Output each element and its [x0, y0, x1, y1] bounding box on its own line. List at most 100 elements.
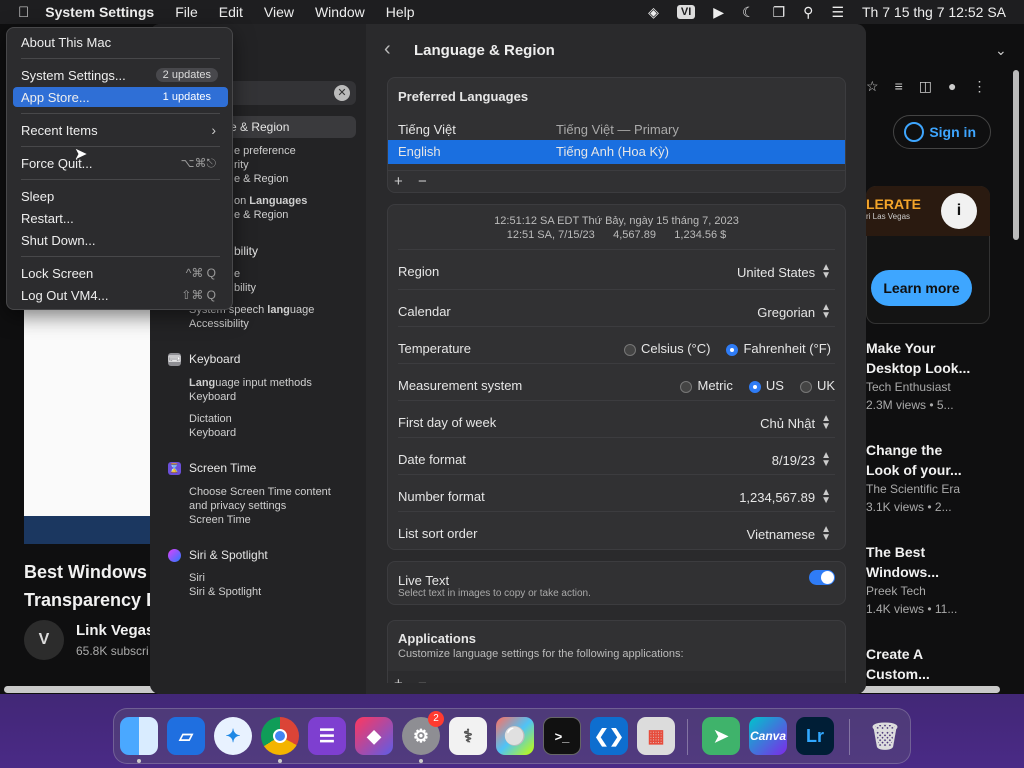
podcasts-icon[interactable]: ☰ — [308, 717, 346, 755]
disk-utility-icon[interactable]: ⚕ — [449, 717, 487, 755]
sort-order-popup[interactable]: Vietnamese ▲ ▼ — [746, 525, 831, 543]
launchpad-icon[interactable]: ▦ — [637, 717, 675, 755]
number-format-popup[interactable]: 1,234,567.89 ▲ ▼ — [739, 488, 831, 506]
live-text-toggle[interactable] — [809, 570, 835, 585]
moon-icon[interactable]: ☾ — [742, 4, 755, 21]
list-item[interactable]: The Best Windows... Preek Tech 1.4K view… — [866, 542, 1006, 644]
fahrenheit-radio[interactable]: Fahrenheit (°F) — [726, 341, 831, 356]
channel-name: Preek Tech — [866, 584, 926, 598]
language-row-selected[interactable]: English Tiếng Anh (Hoa Kỳ) — [388, 140, 845, 164]
input-source-icon[interactable]: VI — [676, 5, 696, 19]
page-scrollbar[interactable] — [1013, 70, 1019, 240]
channel-avatar[interactable]: V — [24, 620, 64, 660]
calendar-popup[interactable]: Gregorian ▲ ▼ — [757, 303, 831, 321]
search-result-group[interactable]: Dictation Keyboard — [189, 412, 236, 440]
add-language-button[interactable]: + — [394, 173, 403, 190]
menu-item-sleep[interactable]: Sleep — [13, 186, 228, 206]
chevron-down-icon[interactable]: ⌄ — [995, 42, 1007, 59]
search-result-group[interactable]: e preference rity e & Region — [234, 144, 296, 186]
sidebar-section-keyboard[interactable]: ⌨ Keyboard — [168, 352, 240, 366]
list-item[interactable]: Change the Look of your... The Scientifi… — [866, 440, 1006, 542]
menu-item-shutdown[interactable]: Shut Down... — [13, 230, 228, 250]
color-picker-icon[interactable]: ⚪ — [496, 717, 534, 755]
play-icon[interactable]: ▶ — [713, 4, 724, 21]
vscode-icon[interactable]: ❮❯ — [590, 717, 628, 755]
chrome-icon[interactable] — [261, 717, 299, 755]
search-result-group[interactable]: Siri Siri & Spotlight — [189, 571, 261, 599]
apple-menu-icon[interactable]:  — [18, 4, 29, 21]
spotlight-icon[interactable]: ⚲ — [803, 4, 813, 21]
reading-list-icon[interactable]: ≡ — [895, 78, 903, 95]
back-chevron-icon[interactable]: ‹ — [384, 38, 391, 61]
menu-view[interactable]: View — [264, 4, 294, 20]
video-title-large[interactable]: Best Windows 1 Transparency E — [24, 558, 162, 614]
sign-in-label: Sign in — [929, 124, 976, 140]
first-day-popup[interactable]: Chủ Nhật ▲ ▼ — [760, 414, 831, 432]
metric-radio[interactable]: Metric — [680, 378, 733, 393]
search-result-group[interactable]: Choose Screen Time content and privacy s… — [189, 485, 331, 527]
list-item[interactable]: Make Your Desktop Look... Tech Enthusias… — [866, 338, 1006, 440]
learn-more-button[interactable]: Learn more — [871, 270, 972, 306]
search-result-text: rity — [234, 159, 249, 171]
search-result-group[interactable]: e bility — [234, 267, 256, 295]
list-item[interactable]: Create A Custom... — [866, 644, 1006, 684]
sidebar-section-screen-time[interactable]: ⌛ Screen Time — [168, 461, 256, 475]
lightroom-icon[interactable]: Lr — [796, 717, 834, 755]
clear-search-icon[interactable]: ✕ — [334, 85, 350, 101]
safari-icon[interactable]: ✦ — [214, 717, 252, 755]
us-radio[interactable]: US — [748, 378, 784, 393]
menu-item-label: System Settings... — [21, 67, 126, 83]
maps-icon[interactable]: ➤ — [702, 717, 740, 755]
menu-item-system-settings[interactable]: System Settings... 2 updates — [13, 65, 228, 85]
search-result-group[interactable]: on Languages e & Region — [234, 194, 307, 222]
profile-icon[interactable]: ● — [948, 78, 956, 95]
language-desc: Tiếng Anh (Hoa Kỳ) — [556, 144, 669, 159]
remove-language-button[interactable]: − — [418, 173, 427, 190]
sidebar-section-header[interactable]: bility — [234, 244, 258, 258]
stack-icon[interactable]: ◈ — [648, 4, 659, 21]
clock[interactable]: Th 7 15 thg 7 12:52 SA — [862, 4, 1006, 20]
menu-app-name[interactable]: System Settings — [45, 4, 154, 20]
menu-item-recent-items[interactable]: Recent Items › — [13, 120, 228, 140]
setting-value: Vietnamese — [746, 526, 816, 542]
celsius-radio[interactable]: Celsius (°C) — [623, 341, 710, 356]
language-row[interactable]: Tiếng Việt Tiếng Việt — Primary — [388, 118, 845, 142]
uk-radio[interactable]: UK — [799, 378, 835, 393]
menu-item-lock-screen[interactable]: Lock Screen ^⌘ Q — [13, 263, 228, 283]
video-title: Create A — [866, 646, 924, 662]
canva-icon[interactable]: Canva — [749, 717, 787, 755]
sidebar-section-siri[interactable]: Siri & Spotlight — [168, 548, 268, 562]
menu-item-log-out[interactable]: Log Out VM4... ⇧⌘ Q — [13, 285, 228, 305]
trash-icon[interactable]: 🗑 — [866, 717, 904, 755]
menu-item-app-store[interactable]: App Store... 1 updates — [13, 87, 228, 107]
search-result-group[interactable]: Language input methods Keyboard — [189, 376, 312, 404]
side-panel-icon[interactable]: ◫ — [919, 78, 932, 95]
shortcuts-icon[interactable]: ◆ — [355, 717, 393, 755]
control-center-icon[interactable]: ☰ — [831, 4, 844, 21]
menu-item-force-quit[interactable]: Force Quit... ⌥⌘⎋ — [13, 153, 228, 173]
date-format-popup[interactable]: 8/19/23 ▲ ▼ — [772, 451, 831, 469]
menu-help[interactable]: Help — [386, 4, 415, 20]
terminal-icon[interactable]: >_ — [543, 717, 581, 755]
info-icon[interactable]: i — [941, 193, 977, 229]
menu-file[interactable]: File — [175, 4, 198, 20]
star-icon[interactable]: ☆ — [866, 78, 879, 95]
search-result-text: uage input methods — [215, 377, 312, 389]
sign-in-button[interactable]: Sign in — [893, 115, 991, 149]
region-popup[interactable]: United States ▲ ▼ — [737, 263, 831, 281]
menu-edit[interactable]: Edit — [219, 4, 243, 20]
video-thumbnail[interactable] — [24, 310, 150, 544]
video-title: Make Your — [866, 340, 936, 356]
menu-window[interactable]: Window — [315, 4, 365, 20]
keynote-icon[interactable]: ▱ — [167, 717, 205, 755]
preferred-languages-panel: Preferred Languages Tiếng Việt Tiếng Việ… — [387, 77, 846, 193]
channel-name[interactable]: Link Vegas — [76, 622, 154, 639]
radio-checked-icon — [748, 380, 761, 393]
more-icon[interactable]: ⋮ — [972, 78, 986, 95]
menu-item-restart[interactable]: Restart... — [13, 208, 228, 228]
video-title: The Best — [866, 544, 926, 560]
setting-label: Region — [398, 264, 440, 279]
finder-icon[interactable] — [120, 717, 158, 755]
menu-item-about[interactable]: About This Mac — [13, 32, 228, 52]
mirror-icon[interactable]: ❐ — [773, 4, 786, 21]
